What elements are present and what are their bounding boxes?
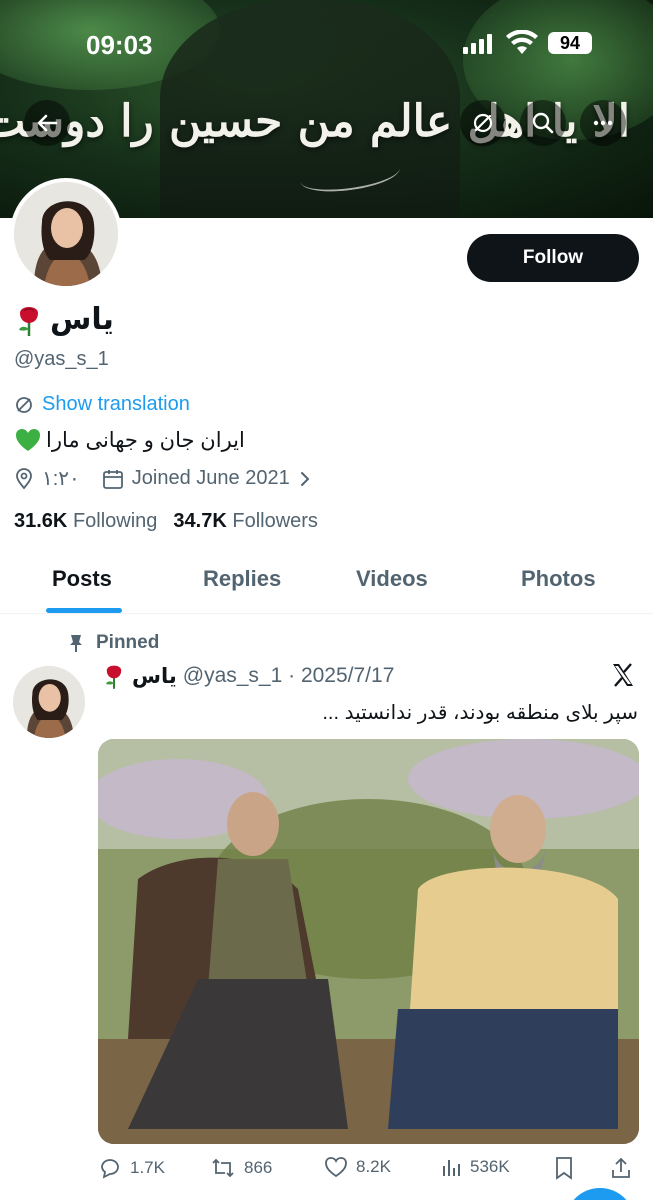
rose-icon <box>106 665 122 689</box>
repost-count: 866 <box>244 1158 273 1177</box>
rose-icon <box>19 306 38 336</box>
heart-icon <box>325 1157 347 1178</box>
status-time: 09:03 <box>86 30 153 60</box>
like-button[interactable]: 8.2K <box>324 1156 391 1178</box>
following-link[interactable]: 31.6K Following <box>14 510 157 533</box>
compose-fab[interactable] <box>565 1188 635 1200</box>
tweet-actions: 1.7K 866 8.2K 536K <box>98 1156 639 1186</box>
show-translation-link[interactable]: Show translation <box>14 393 190 416</box>
follow-counts: 31.6K Following 34.7K Followers <box>14 510 318 533</box>
follow-button[interactable]: Follow <box>467 234 639 282</box>
tab-posts[interactable]: Posts <box>52 566 112 592</box>
bio-text: ایران جان و جهانی مارا <box>46 428 245 452</box>
profile-handle: @yas_s_1 <box>14 348 109 370</box>
pinned-label: Pinned <box>96 632 160 653</box>
tweet-photo-illustration <box>98 739 639 1144</box>
green-heart-icon <box>16 429 40 451</box>
grok-icon <box>473 113 493 133</box>
tweet-avatar[interactable] <box>13 666 85 738</box>
more-icon <box>593 120 613 126</box>
back-arrow-icon <box>37 114 58 132</box>
grok-button[interactable] <box>460 100 506 146</box>
repost-icon <box>212 1158 234 1178</box>
profile-tabs: Posts Replies Videos Photos <box>0 548 653 614</box>
calendar-icon <box>102 469 123 489</box>
search-button[interactable] <box>520 100 566 146</box>
share-button[interactable] <box>610 1156 632 1180</box>
profile-bio: ایران جان و جهانی مارا <box>14 427 245 453</box>
views-icon <box>443 1160 460 1176</box>
avatar-portrait <box>14 182 118 286</box>
x-logo-icon <box>613 663 633 687</box>
tweet-handle-date: @yas_s_1 · 2025/7/17 <box>182 664 395 687</box>
following-count: 31.6K <box>14 510 68 532</box>
views-button[interactable]: 536K <box>440 1156 510 1178</box>
bookmark-button[interactable] <box>554 1156 574 1180</box>
profile-meta: ۱:۲۰ Joined June 2021 <box>14 466 312 491</box>
cellular-signal-icon <box>463 34 492 54</box>
views-count: 536K <box>470 1157 510 1176</box>
search-icon <box>532 112 554 134</box>
followers-label: Followers <box>232 510 318 532</box>
joined-date: Joined June 2021 <box>131 467 290 489</box>
pin-icon <box>70 635 82 652</box>
wifi-icon <box>506 30 538 54</box>
following-label: Following <box>72 510 158 532</box>
avatar-portrait <box>13 666 85 738</box>
profile-name: یاس <box>50 303 114 336</box>
profile-name-row: یاس <box>14 302 114 337</box>
reply-button[interactable]: 1.7K <box>98 1156 165 1180</box>
show-translation-label: Show translation <box>42 393 190 415</box>
tab-replies[interactable]: Replies <box>203 566 281 592</box>
share-icon <box>612 1157 630 1178</box>
battery-indicator: 94 <box>548 32 592 54</box>
followers-link[interactable]: 34.7K Followers <box>173 510 318 533</box>
tweet-header: یاس @yas_s_1 · 2025/7/17 <box>102 662 394 690</box>
status-bar: 09:03 94 <box>0 0 653 88</box>
bookmark-icon <box>556 1157 572 1180</box>
location-text: ۱:۲۰ <box>42 468 80 490</box>
tweet-author-name[interactable]: یاس <box>132 664 177 689</box>
tweet-image[interactable] <box>98 739 639 1144</box>
reply-count: 1.7K <box>130 1158 165 1177</box>
like-count: 8.2K <box>356 1157 391 1176</box>
location-icon <box>16 467 32 489</box>
active-tab-indicator <box>46 608 122 613</box>
tweet-text: سپر بلای منطقه بودند، قدر ندانستید ... <box>322 702 638 724</box>
followers-count: 34.7K <box>173 510 227 532</box>
profile-avatar[interactable] <box>10 178 122 290</box>
more-options-button[interactable] <box>580 100 626 146</box>
tab-photos[interactable]: Photos <box>521 566 596 592</box>
tab-videos[interactable]: Videos <box>356 566 428 592</box>
reply-icon <box>101 1159 119 1179</box>
chevron-right-icon[interactable] <box>298 471 312 487</box>
translate-icon <box>16 396 32 413</box>
pinned-indicator: Pinned <box>68 632 159 654</box>
repost-button[interactable]: 866 <box>210 1156 272 1180</box>
back-button[interactable] <box>24 100 70 146</box>
